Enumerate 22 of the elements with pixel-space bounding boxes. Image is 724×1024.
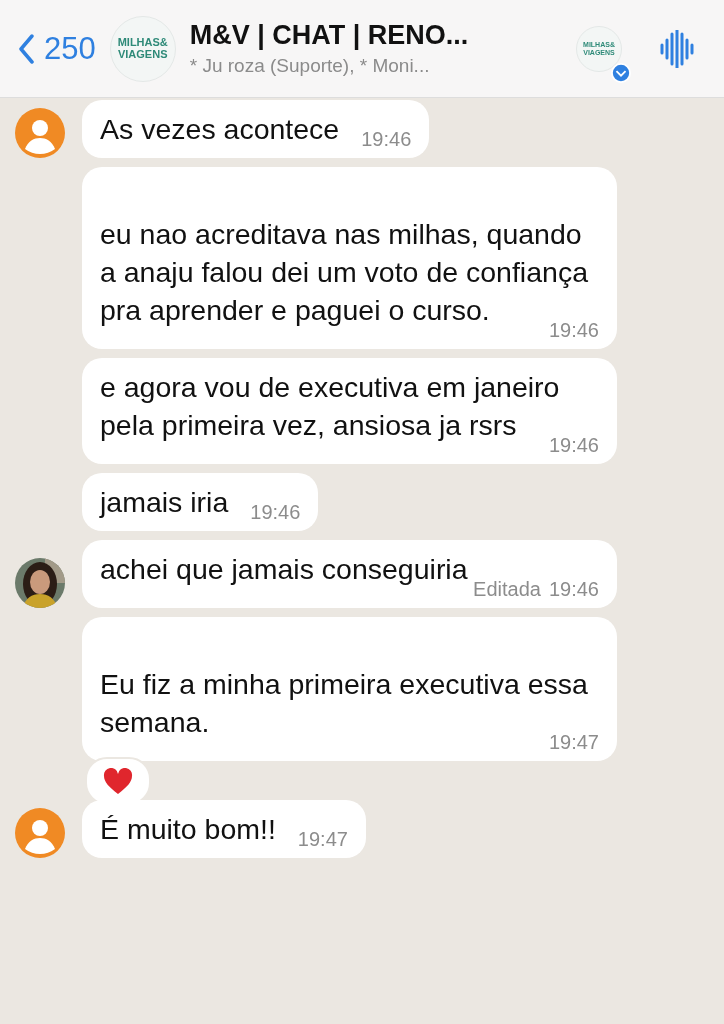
chat-title: M&V | CHAT | RENO...: [189, 20, 470, 51]
audio-wave-icon[interactable]: [660, 29, 694, 68]
message-text: As vezes acontece: [100, 112, 340, 147]
message-text: jamais iria: [100, 485, 229, 520]
back-button[interactable]: 250: [18, 30, 96, 67]
message-text: É muito bom!!: [100, 812, 276, 847]
check-badge-icon: [611, 62, 631, 83]
message-text: achei que jamais conseguiria: [100, 552, 468, 587]
message-time: 19:46: [361, 127, 412, 152]
message-bubble[interactable]: jamais iria 19:46: [82, 473, 319, 531]
group-logo[interactable]: MILHAS& VIAGENS: [109, 15, 176, 82]
logo-text: VIAGENS: [117, 48, 168, 61]
message-time: 19:47: [297, 827, 348, 852]
chat-members: * Ju roza (Suporte), * Moni...: [189, 55, 431, 77]
message-bubble[interactable]: É muito bom!! 19:47: [82, 800, 366, 858]
message-bubble[interactable]: As vezes acontece 19:46: [82, 100, 430, 158]
logo-text: MILHAS&: [117, 36, 168, 49]
chevron-left-icon: [18, 33, 34, 64]
message-time: 19:46: [548, 577, 599, 602]
heart-icon: [103, 767, 133, 795]
message-time: 19:46: [250, 500, 301, 525]
edited-label: Editada: [473, 577, 541, 602]
